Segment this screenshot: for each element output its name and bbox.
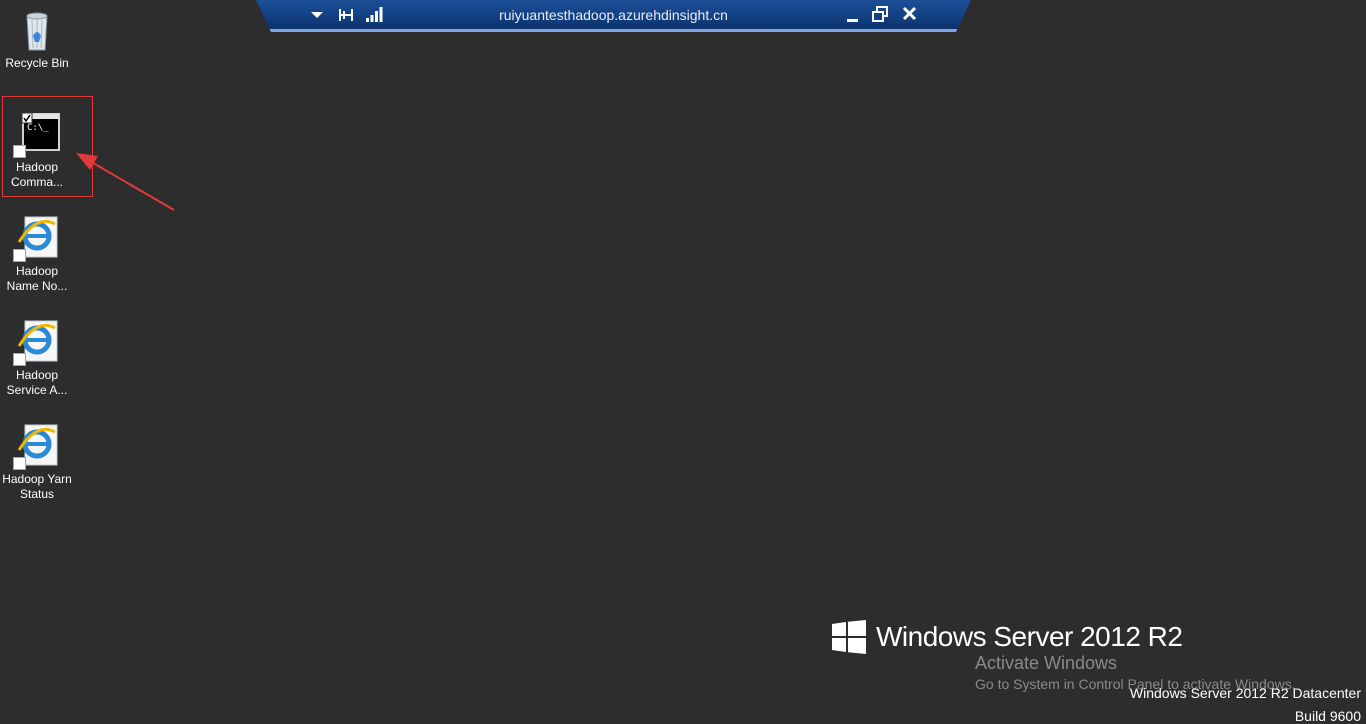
internet-explorer-icon [13, 318, 61, 366]
desktop-icon-label: Hadoop [15, 368, 59, 382]
remote-desktop-connection-bar: ruiyuantesthadoop.azurehdinsight.cn [256, 0, 971, 32]
desktop-icon-hadoop-service-availability[interactable]: Hadoop Service A... [0, 318, 74, 398]
windows-logo-icon [832, 620, 866, 654]
activate-windows-title: Activate Windows [975, 653, 1118, 673]
desktop-icon-label: Hadoop [15, 264, 59, 278]
desktop-icon-label: Recycle Bin [5, 56, 69, 70]
desktop-icon-label: Hadoop [15, 160, 59, 174]
remote-host-name: ruiyuantesthadoop.azurehdinsight.cn [499, 7, 728, 23]
desktop-icon-hadoop-command[interactable]: C:\_ Hadoop Comma... [0, 110, 74, 190]
desktop-icon-label: Hadoop Yarn [2, 472, 72, 486]
desktop-icon-label: Comma... [10, 175, 63, 189]
minimize-icon[interactable] [841, 4, 863, 26]
os-edition-text: Windows Server 2012 R2 Datacenter [1129, 685, 1361, 701]
desktop-icon-hadoop-name-node[interactable]: Hadoop Name No... [0, 214, 74, 294]
restore-icon[interactable] [869, 4, 891, 26]
os-build-text: Build 9600 [1294, 708, 1361, 724]
shortcut-arrow-icon [13, 457, 26, 470]
annotation-arrow [76, 153, 175, 211]
desktop-icon-label: Status [19, 487, 55, 501]
internet-explorer-icon [13, 422, 61, 470]
command-prompt-icon: C:\_ [13, 110, 61, 158]
close-icon[interactable] [899, 4, 921, 26]
windows-brand-text: Windows Server 2012 R2 [876, 621, 1183, 652]
internet-explorer-icon [13, 214, 61, 262]
desktop-icon-hadoop-yarn-status[interactable]: Hadoop Yarn Status [0, 422, 74, 502]
shortcut-arrow-icon [13, 353, 26, 366]
shortcut-arrow-icon [13, 249, 26, 262]
desktop-icon-label: Name No... [6, 279, 68, 293]
svg-text:C:\_: C:\_ [27, 123, 49, 133]
desktop-icon-recycle-bin[interactable]: Recycle Bin [0, 6, 74, 71]
desktop-icon-label: Service A... [6, 383, 68, 397]
shortcut-arrow-icon [13, 145, 26, 158]
recycle-bin-icon [13, 6, 61, 54]
